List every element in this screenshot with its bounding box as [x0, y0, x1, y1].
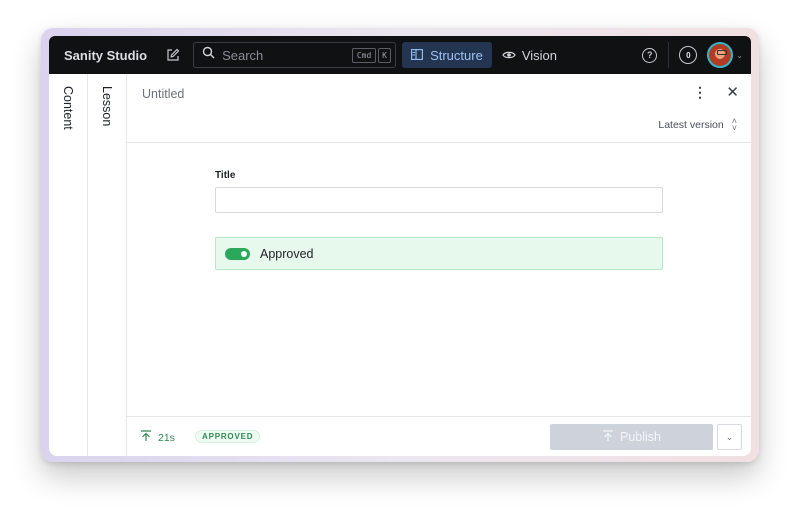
- approved-toggle[interactable]: [225, 247, 250, 260]
- title-input[interactable]: [215, 187, 663, 213]
- shortcut-cmd-key: Cmd: [352, 48, 377, 63]
- more-options-icon[interactable]: ⋮: [693, 84, 707, 101]
- search-icon: [202, 46, 215, 64]
- tab-structure[interactable]: Structure: [402, 42, 492, 68]
- tab-structure-label: Structure: [430, 47, 483, 63]
- studio-window: Sanity Studio Search Cmd K Structure Vis…: [49, 36, 751, 456]
- navbar-divider: [668, 42, 670, 68]
- publish-label: Publish: [620, 430, 661, 444]
- tab-vision[interactable]: Vision: [502, 48, 557, 63]
- published-icon: [140, 430, 152, 445]
- help-icon[interactable]: ?: [642, 47, 658, 63]
- navbar: Sanity Studio Search Cmd K Structure Vis…: [49, 36, 751, 74]
- shortcut-k-key: K: [378, 48, 392, 63]
- approved-label: Approved: [260, 246, 314, 261]
- pane-lesson-label: Lesson: [100, 86, 114, 127]
- document-title: Untitled: [142, 87, 185, 101]
- version-selector[interactable]: Latest version ˄ ˅: [658, 116, 737, 133]
- pane-content-collapsed[interactable]: Content: [49, 74, 88, 456]
- published-status: 21s: [140, 430, 175, 445]
- version-label: Latest version: [658, 119, 724, 131]
- search-placeholder: Search: [222, 47, 264, 63]
- published-time: 21s: [158, 431, 175, 444]
- document-pane: Untitled ⋮ ✕ Latest version ˄ ˅ Title App…: [127, 74, 751, 456]
- studio-brand[interactable]: Sanity Studio: [64, 48, 147, 63]
- notification-counter[interactable]: 0: [679, 46, 698, 64]
- publish-menu-button[interactable]: ⌄: [717, 424, 742, 450]
- eye-icon: [502, 48, 516, 63]
- document-form: Title Approved: [215, 170, 663, 270]
- new-document-icon[interactable]: [165, 47, 181, 63]
- search-input[interactable]: Search Cmd K: [193, 42, 397, 68]
- pane-content-label: Content: [61, 86, 75, 130]
- document-header: Untitled ⋮ ✕ Latest version ˄ ˅: [127, 74, 751, 143]
- chevron-down-icon: ⌄: [725, 431, 734, 442]
- document-footer: 21s APPROVED Publish ⌄: [127, 416, 751, 456]
- tab-vision-label: Vision: [521, 47, 557, 63]
- approved-field: Approved: [215, 237, 663, 270]
- publish-button[interactable]: Publish: [550, 424, 713, 450]
- close-icon[interactable]: ✕: [726, 83, 739, 101]
- status-badge: APPROVED: [195, 430, 261, 443]
- title-field-label: Title: [215, 170, 236, 181]
- user-avatar[interactable]: [707, 42, 734, 68]
- pane-lesson-collapsed[interactable]: Lesson: [88, 74, 127, 456]
- navbar-actions: ? 0 ⌄: [642, 36, 743, 74]
- publish-icon: [602, 429, 614, 445]
- chevron-down-icon[interactable]: ⌄: [736, 51, 743, 60]
- structure-icon: [411, 48, 424, 63]
- chevron-up-down-icon: ˄ ˅: [731, 116, 737, 133]
